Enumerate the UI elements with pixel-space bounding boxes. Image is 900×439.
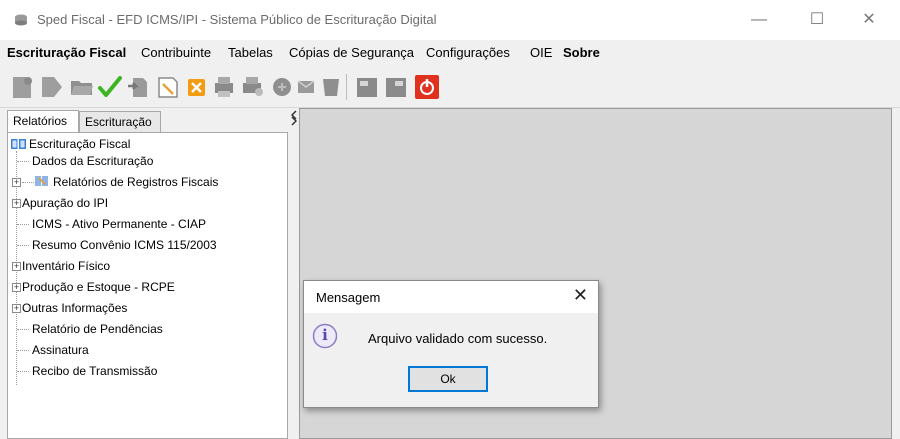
dialog-title: Mensagem — [316, 290, 381, 305]
ok-button[interactable]: Ok — [408, 366, 488, 392]
window-edge — [892, 108, 900, 439]
info-icon: i — [312, 323, 338, 349]
menu-oie[interactable]: OIE — [530, 45, 552, 60]
validate-check-icon[interactable] — [97, 74, 123, 100]
menu-contribuinte[interactable]: Contribuinte — [141, 45, 211, 60]
tab-escrituracao[interactable]: Escrituração — [79, 111, 161, 132]
tree-item-ciap[interactable]: ICMS - Ativo Permanente - CIAP — [32, 217, 206, 231]
tree-expander[interactable]: + — [12, 178, 21, 187]
tree-item-producao-estoque[interactable]: Produção e Estoque - RCPE — [22, 280, 175, 294]
toolbar — [0, 66, 900, 108]
tree-item-inventario-fisico[interactable]: Inventário Físico — [22, 259, 110, 273]
tree-item-apuracao-ipi[interactable]: Apuração do IPI — [22, 196, 108, 210]
menu-tabelas[interactable]: Tabelas — [228, 45, 273, 60]
splitter-arrows-icon[interactable] — [290, 110, 298, 126]
menu-sobre[interactable]: Sobre — [563, 45, 600, 60]
report-tree: Escrituração Fiscal Dados da Escrituraçã… — [7, 132, 288, 439]
exit-icon[interactable] — [414, 74, 440, 100]
tree-expander[interactable]: + — [12, 283, 21, 292]
tree-item-resumo-convenio[interactable]: Resumo Convênio ICMS 115/2003 — [32, 238, 217, 252]
report-book-icon — [34, 174, 49, 188]
dialog-close-button[interactable]: ✕ — [573, 285, 588, 306]
dialog-body: i Arquivo validado com sucesso. Ok — [304, 313, 598, 407]
left-panel: Relatórios Escrituração Escrituração Fis… — [0, 108, 290, 439]
delete-icon[interactable] — [184, 74, 210, 100]
menu-bar: Escrituração Fiscal Contribuinte Tabelas… — [0, 40, 900, 66]
menu-copias-de-seguranca[interactable]: Cópias de Segurança — [289, 45, 414, 60]
title-bar: Sped Fiscal - EFD ICMS/IPI - Sistema Púb… — [0, 0, 900, 40]
minimize-button[interactable]: — — [736, 6, 782, 34]
transmit-icon[interactable] — [294, 74, 320, 100]
open-document-icon[interactable] — [39, 74, 65, 100]
menu-configuracoes[interactable]: Configurações — [426, 45, 510, 60]
tree-item-assinatura[interactable]: Assinatura — [32, 343, 89, 357]
tree-expander[interactable]: + — [12, 199, 21, 208]
report-icon[interactable] — [354, 74, 380, 100]
maximize-button[interactable]: ☐ — [794, 6, 840, 34]
tree-item-relatorios-registros-fiscais[interactable]: Relatórios de Registros Fiscais — [53, 175, 218, 189]
tree-item-dados-escrituracao[interactable]: Dados da Escrituração — [32, 154, 153, 168]
tree-expander[interactable]: + — [12, 262, 21, 271]
import-icon[interactable] — [126, 74, 152, 100]
print-icon[interactable] — [211, 74, 237, 100]
window-title: Sped Fiscal - EFD ICMS/IPI - Sistema Púb… — [37, 12, 437, 27]
backup-icon[interactable] — [318, 74, 344, 100]
dialog-message: Arquivo validado com sucesso. — [368, 331, 548, 346]
edit-document-icon[interactable] — [155, 74, 181, 100]
tree-item-outras-informacoes[interactable]: Outras Informações — [22, 301, 127, 315]
tree-root-escrituracao-fiscal[interactable]: Escrituração Fiscal — [29, 137, 130, 151]
menu-escrituracao-fiscal[interactable]: Escrituração Fiscal — [7, 45, 126, 60]
tree-item-relatorio-pendencias[interactable]: Relatório de Pendências — [32, 322, 163, 336]
app-icon — [14, 13, 28, 26]
close-window-button[interactable]: ✕ — [846, 6, 892, 34]
sign-icon[interactable] — [269, 74, 295, 100]
tree-item-recibo-transmissao[interactable]: Recibo de Transmissão — [32, 364, 157, 378]
info-glyph: i — [322, 326, 328, 344]
new-document-icon[interactable] — [9, 74, 35, 100]
book-icon — [11, 137, 26, 149]
message-dialog: Mensagem ✕ i Arquivo validado com sucess… — [303, 280, 599, 408]
tab-relatorios[interactable]: Relatórios — [7, 110, 79, 133]
toolbar-separator — [346, 74, 347, 100]
panel-splitter[interactable] — [290, 108, 299, 439]
tree-expander[interactable]: + — [12, 304, 21, 313]
print-preview-icon[interactable] — [240, 74, 266, 100]
folder-icon[interactable] — [69, 74, 95, 100]
report-alt-icon[interactable] — [383, 74, 409, 100]
